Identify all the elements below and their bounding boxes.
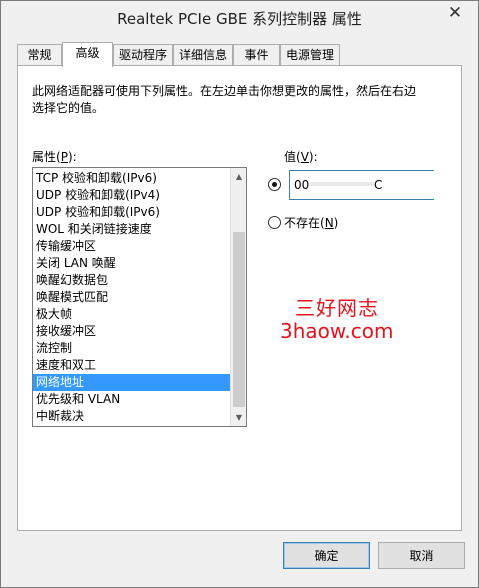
advanced-tab-panel: 此网络适配器可使用下列属性。在左边单击你想更改的属性，然后在右边选择它的值。 属…: [17, 65, 462, 531]
property-item-shutdown-wake-on-lan[interactable]: 关闭 LAN 唤醒: [33, 255, 231, 272]
value-suffix-text: C: [374, 178, 383, 192]
close-button[interactable]: ✕: [440, 3, 470, 23]
property-item-speed-duplex[interactable]: 速度和双工: [33, 357, 231, 374]
redacted-value-region: [310, 182, 374, 186]
property-item-udp-checksum-ipv6[interactable]: UDP 校验和卸载(IPv6): [33, 204, 231, 221]
scroll-thumb[interactable]: [233, 232, 245, 407]
tab-power-management[interactable]: 电源管理: [280, 44, 340, 66]
properties-dialog: Realtek PCIe GBE 系列控制器 属性 ✕ 常规 高级 驱动程序 详…: [0, 0, 479, 588]
property-item-interrupt-moderation[interactable]: 中断裁决: [33, 408, 231, 425]
property-item-receive-buffers[interactable]: 接收缓冲区: [33, 323, 231, 340]
property-listbox[interactable]: TCP 校验和卸载(IPv6) UDP 校验和卸载(IPv4) UDP 校验和卸…: [32, 167, 247, 427]
property-hotkey: P: [60, 150, 68, 164]
title-bar[interactable]: Realtek PCIe GBE 系列控制器 属性 ✕: [1, 1, 478, 33]
scroll-up-arrow-icon[interactable]: ▲: [231, 168, 246, 185]
property-item-wake-pattern-match[interactable]: 唤醒模式匹配: [33, 289, 231, 306]
not-present-radio[interactable]: [268, 216, 281, 229]
scroll-down-arrow-icon[interactable]: ▼: [231, 409, 246, 426]
property-item-udp-checksum-ipv4[interactable]: UDP 校验和卸载(IPv4): [33, 187, 231, 204]
list-scrollbar[interactable]: ▲ ▼: [230, 168, 246, 426]
property-item-network-address[interactable]: 网络地址: [33, 374, 231, 391]
property-item-transmit-buffers[interactable]: 传输缓冲区: [33, 238, 231, 255]
watermark-chinese: 三好网志: [295, 296, 379, 320]
property-item-wol-shutdown-link-speed[interactable]: WOL 和关闭链接速度: [33, 221, 231, 238]
tab-details[interactable]: 详细信息: [173, 44, 233, 66]
property-item-flow-control[interactable]: 流控制: [33, 340, 231, 357]
property-list: TCP 校验和卸载(IPv6) UDP 校验和卸载(IPv4) UDP 校验和卸…: [33, 170, 231, 425]
not-present-label-text: 不存在(: [284, 216, 325, 230]
value-label: 值(V):: [284, 148, 318, 165]
value-label-text: 值(: [284, 150, 301, 164]
property-item-jumbo-frame[interactable]: 极大帧: [33, 306, 231, 323]
property-item-priority-vlan[interactable]: 优先级和 VLAN: [33, 391, 231, 408]
property-label-text: 属性(: [32, 150, 61, 164]
not-present-hotkey: N: [324, 216, 334, 230]
tab-advanced[interactable]: 高级: [62, 42, 113, 67]
ok-button[interactable]: 确定: [283, 542, 370, 569]
property-item-tcp-checksum-ipv6[interactable]: TCP 校验和卸载(IPv6): [33, 170, 231, 187]
watermark-url: 3haow.com: [280, 319, 394, 343]
not-present-label-end: ): [333, 216, 339, 230]
tab-events[interactable]: 事件: [233, 44, 280, 66]
tab-driver[interactable]: 驱动程序: [113, 44, 173, 66]
value-label-end: ):: [308, 150, 318, 164]
panel-description: 此网络适配器可使用下列属性。在左边单击你想更改的属性，然后在右边选择它的值。: [32, 84, 417, 115]
tab-general[interactable]: 常规: [17, 44, 62, 66]
property-label-end: ):: [67, 150, 77, 164]
not-present-label[interactable]: 不存在(N): [284, 214, 338, 231]
value-radio[interactable]: [268, 178, 281, 191]
value-hotkey: V: [300, 150, 309, 164]
cancel-button[interactable]: 取消: [378, 542, 465, 569]
property-label: 属性(P):: [32, 148, 77, 165]
window-title: Realtek PCIe GBE 系列控制器 属性: [117, 10, 362, 28]
property-item-wake-magic-packet[interactable]: 唤醒幻数据包: [33, 272, 231, 289]
